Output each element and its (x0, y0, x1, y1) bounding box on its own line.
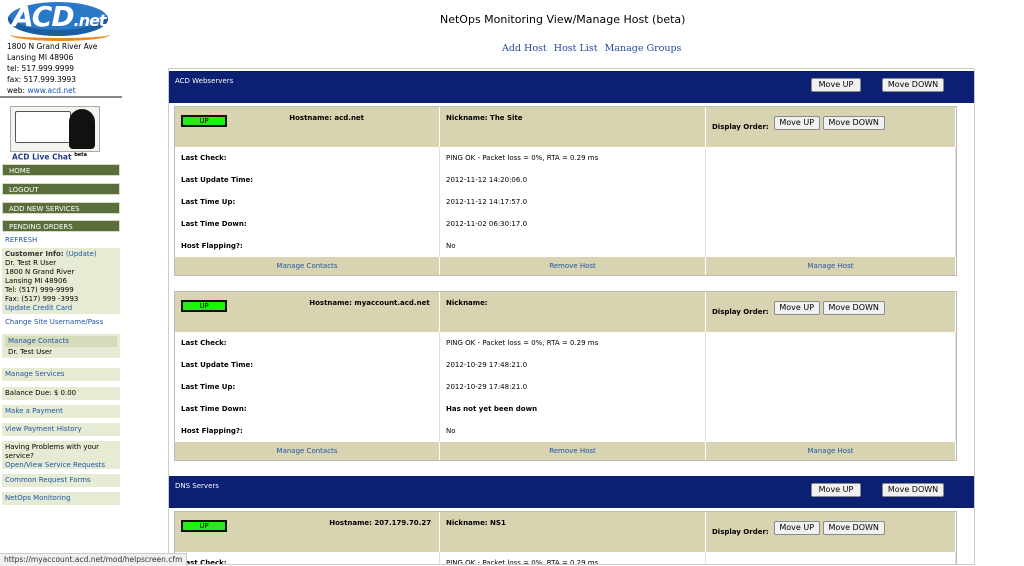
view-payment-history-link[interactable]: View Payment History (2, 423, 120, 436)
status-badge: UP (181, 300, 227, 312)
manage-contacts-link[interactable]: Manage Contacts (175, 257, 440, 275)
remove-host-link[interactable]: Remove Host (439, 442, 706, 460)
last-up-label: Last Time Up: (175, 376, 440, 398)
manage-host-link[interactable]: Manage Host (705, 257, 956, 275)
last-down-value: Has not yet been down (439, 398, 706, 420)
company-address: 1800 N Grand River Ave Lansing MI 48906 … (7, 42, 98, 95)
live-chat-banner[interactable] (10, 106, 100, 152)
chat-bubble-icon (15, 111, 71, 143)
last-down-label: Last Time Down: (175, 213, 440, 235)
flapping-value: No (439, 420, 706, 442)
logo-text: ACD.net (12, 0, 107, 33)
netops-monitoring-link[interactable]: NetOps Monitoring (2, 492, 120, 505)
last-down-label: Last Time Down: (175, 398, 440, 420)
last-update-label: Last Update Time: (175, 169, 440, 191)
group-move-up-button[interactable]: Move UP (811, 483, 861, 497)
host-move-up-button[interactable]: Move UP (773, 116, 820, 130)
last-check-value: PING OK - Packet loss = 0%, RTA = 0.29 m… (439, 147, 706, 169)
sidebar-divider (0, 96, 122, 98)
group-name: ACD Webservers (175, 77, 234, 85)
manage-groups-link[interactable]: Manage Groups (605, 43, 682, 54)
flapping-label: Host Flapping?: (175, 235, 440, 257)
last-check-label: Last Check: (175, 552, 440, 564)
host-move-down-button[interactable]: Move DOWN (822, 301, 885, 315)
sidebar: ACD.net 1800 N Grand River Ave Lansing M… (0, 0, 122, 565)
customer-info-panel: Customer Info: (Update) Dr. Test R User … (2, 248, 120, 314)
group-move-up-button[interactable]: Move UP (811, 78, 861, 92)
add-host-link[interactable]: Add Host (502, 43, 547, 54)
hostname: Hostname: 207.179.70.27 (329, 519, 432, 527)
host-groups-container: ACD Webservers Move UP Move DOWN UP Host… (168, 68, 975, 565)
last-up-label: Last Time Up: (175, 191, 440, 213)
refresh-link[interactable]: REFRESH (5, 236, 37, 244)
last-check-label: Last Check: (175, 332, 440, 354)
flapping-value: No (439, 235, 706, 257)
nickname: Nickname: The Site (446, 114, 523, 122)
contacts-panel: Manage Contacts Dr. Test User (2, 334, 120, 358)
group-bar: ACD Webservers Move UP Move DOWN (169, 71, 974, 103)
host-card: UP Hostname: 207.179.70.27 Nickname: NS1… (174, 511, 957, 564)
host-card: UP Hostname: myaccount.acd.net Nickname:… (174, 291, 957, 461)
manage-contacts-link[interactable]: Manage Contacts (175, 442, 440, 460)
last-check-label: Last Check: (175, 147, 440, 169)
open-service-requests-link[interactable]: Open/View Service Requests (5, 461, 105, 469)
host-card: UP Hostname: acd.net Nickname: The Site … (174, 106, 957, 276)
nav-pending-orders-button[interactable]: PENDING ORDERS (2, 220, 120, 232)
group-bar: DNS Servers Move UP Move DOWN (169, 476, 974, 508)
hostname: Hostname: acd.net (289, 114, 365, 122)
nav-home-button[interactable]: HOME (2, 164, 120, 176)
website-link[interactable]: www.acd.net (27, 86, 75, 95)
common-request-forms-link[interactable]: Common Request Forms (2, 474, 120, 487)
nickname: Nickname: NS1 (446, 519, 506, 527)
last-check-value: PING OK - Packet loss = 0%, RTA = 0.29 m… (439, 552, 706, 564)
group-move-down-button[interactable]: Move DOWN (882, 483, 944, 497)
nav-logout-button[interactable]: LOGOUT (2, 183, 120, 195)
hostname: Hostname: myaccount.acd.net (309, 299, 430, 307)
display-order-label: Display Order: (712, 528, 769, 536)
update-customer-link[interactable]: (Update) (66, 250, 97, 258)
last-check-value: PING OK - Packet loss = 0%, RTA = 0.29 m… (439, 332, 706, 354)
last-down-value: 2012-11-02 06:30:17.0 (439, 213, 706, 235)
host-move-up-button[interactable]: Move UP (773, 301, 820, 315)
group-move-down-button[interactable]: Move DOWN (882, 78, 944, 92)
last-update-value: 2012-11-12 14:20:06.0 (439, 169, 706, 191)
host-move-down-button[interactable]: Move DOWN (822, 521, 885, 535)
page-title: NetOps Monitoring View/Manage Host (beta… (440, 13, 686, 26)
live-chat-label[interactable]: ACD Live Chat beta (12, 152, 87, 162)
display-order-label: Display Order: (712, 308, 769, 316)
display-order-label: Display Order: (712, 123, 769, 131)
manage-services-link[interactable]: Manage Services (2, 368, 120, 381)
update-credit-card-link[interactable]: Update Credit Card (5, 304, 72, 312)
remove-host-link[interactable]: Remove Host (439, 257, 706, 275)
last-up-value: 2012-10-29 17:48:21.0 (439, 376, 706, 398)
change-site-credentials-link[interactable]: Change Site Username/Pass (5, 318, 103, 326)
top-nav: Add Host Host List Manage Groups (502, 43, 685, 54)
status-badge: UP (181, 115, 227, 127)
host-move-down-button[interactable]: Move DOWN (822, 116, 885, 130)
flapping-label: Host Flapping?: (175, 420, 440, 442)
nickname: Nickname: (446, 299, 488, 307)
browser-status-bar: https://myaccount.acd.net/mod/helpscreen… (0, 553, 188, 566)
service-problems-panel: Having Problems with your service? Open/… (2, 441, 120, 469)
host-list-link[interactable]: Host List (554, 43, 598, 54)
last-up-value: 2012-11-12 14:17:57.0 (439, 191, 706, 213)
group-name: DNS Servers (175, 482, 219, 490)
last-update-value: 2012-10-29 17:48:21.0 (439, 354, 706, 376)
balance-due: Balance Due: $ 0.00 (2, 387, 120, 400)
make-payment-link[interactable]: Make a Payment (2, 405, 120, 418)
last-update-label: Last Update Time: (175, 354, 440, 376)
acd-logo[interactable]: ACD.net (8, 0, 112, 41)
person-silhouette-icon (69, 109, 95, 149)
manage-host-link[interactable]: Manage Host (705, 442, 956, 460)
host-move-up-button[interactable]: Move UP (773, 521, 820, 535)
manage-contacts-link[interactable]: Manage Contacts (5, 336, 117, 347)
nav-add-services-button[interactable]: ADD NEW SERVICES (2, 202, 120, 214)
status-badge: UP (181, 520, 227, 532)
